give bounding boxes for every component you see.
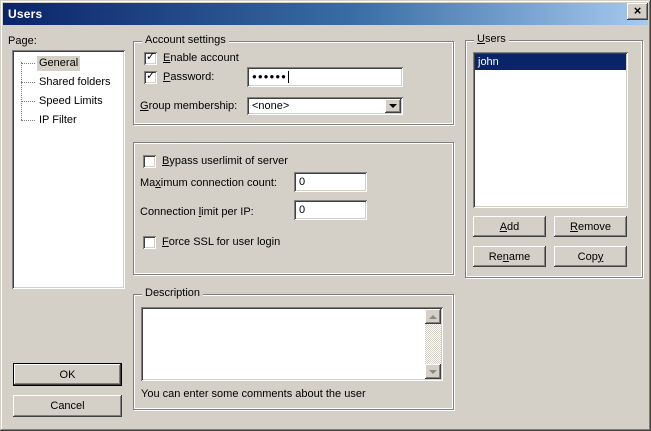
description-scrollbar[interactable] (425, 309, 441, 379)
page-list[interactable]: General Shared folders Speed Limits IP F… (12, 50, 125, 289)
user-item-john[interactable]: john (475, 54, 626, 70)
page-item-label: Speed Limits (37, 94, 105, 109)
cancel-button[interactable]: Cancel (13, 395, 122, 417)
users-group-title: Users (474, 33, 509, 46)
page-item-label: General (37, 56, 80, 71)
enable-account-checkbox[interactable]: ✓ (144, 52, 157, 65)
chevron-down-icon (389, 104, 397, 112)
description-hint: You can enter some comments about the us… (141, 388, 366, 401)
dropdown-button[interactable] (385, 99, 401, 113)
tree-branch-icon (21, 101, 35, 102)
account-settings-title: Account settings (142, 34, 229, 47)
password-label: Password: (163, 71, 214, 84)
page-item-label: IP Filter (37, 113, 79, 128)
scroll-up-button[interactable] (425, 309, 441, 324)
window-title: Users (8, 7, 42, 21)
page-item-general[interactable]: General (14, 54, 123, 73)
password-value: ●●●●●● (247, 71, 287, 83)
users-list-inner: john (475, 54, 626, 206)
page-item-shared-folders[interactable]: Shared folders (14, 73, 123, 92)
force-ssl-checkbox[interactable] (143, 236, 156, 249)
max-connection-count-input[interactable]: 0 (294, 172, 367, 192)
arrow-down-icon (429, 370, 437, 378)
connection-limit-per-ip-label: Connection limit per IP: (140, 206, 254, 219)
close-button[interactable]: × (627, 3, 648, 20)
group-membership-value: <none> (247, 100, 289, 112)
add-button[interactable]: Add (473, 216, 546, 237)
page-label: Page: (8, 35, 37, 48)
close-icon: × (634, 5, 642, 16)
password-checkbox[interactable]: ✓ (144, 71, 157, 84)
group-membership-label: Group membership: (140, 100, 237, 113)
page-item-speed-limits[interactable]: Speed Limits (14, 92, 123, 111)
tree-branch-icon (21, 82, 35, 83)
password-input[interactable]: ●●●●●● (247, 67, 403, 87)
scroll-down-button[interactable] (425, 364, 441, 379)
rename-button[interactable]: Rename (473, 246, 546, 267)
page-item-ip-filter[interactable]: IP Filter (14, 111, 123, 130)
bypass-userlimit-label: Bypass userlimit of server (162, 155, 288, 168)
tree-branch-icon (21, 120, 35, 121)
force-ssl-label: Force SSL for user login (162, 236, 280, 249)
description-textarea[interactable] (141, 307, 443, 381)
bypass-userlimit-checkbox[interactable] (143, 155, 156, 168)
users-dialog: Users × Page: General Shared folders Spe… (0, 0, 651, 431)
copy-button[interactable]: Copy (554, 246, 627, 267)
tree-branch-icon (21, 63, 35, 64)
check-icon: ✓ (146, 70, 155, 83)
check-icon: ✓ (146, 51, 155, 64)
title-bar: Users (3, 3, 648, 25)
tree-line (21, 62, 22, 120)
description-value (144, 310, 423, 378)
page-list-inner: General Shared folders Speed Limits IP F… (14, 52, 123, 287)
description-title: Description (142, 287, 203, 300)
max-connection-count-value: 0 (294, 176, 305, 188)
users-list[interactable]: john (473, 52, 628, 208)
text-caret (288, 71, 289, 83)
ok-button[interactable]: OK (13, 363, 122, 386)
connection-limit-per-ip-input[interactable]: 0 (294, 200, 367, 220)
max-connection-count-label: Maximum connection count: (140, 177, 277, 190)
arrow-up-icon (429, 311, 437, 319)
page-item-label: Shared folders (37, 75, 113, 90)
remove-button[interactable]: Remove (554, 216, 627, 237)
enable-account-label: Enable account (163, 52, 239, 65)
connection-limit-per-ip-value: 0 (294, 204, 305, 216)
group-membership-select[interactable]: <none> (247, 97, 403, 115)
